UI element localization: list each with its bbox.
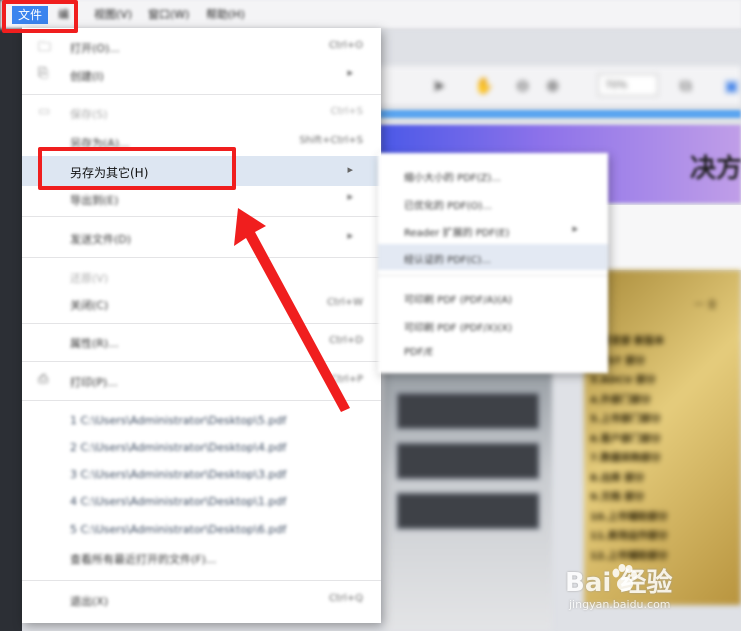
menu-item-revert[interactable]: 还原(V) [22, 264, 381, 290]
gold-line: 11.卖场运作部分 [590, 531, 668, 542]
menu-item-open[interactable]: 🗀 打开(O)... Ctrl+O [22, 34, 381, 60]
recent-file-1[interactable]: 4 C:\Users\Administrator\Desktop\1.pdf [22, 489, 381, 515]
file-menu-dropdown: 🗀 打开(O)... Ctrl+O ⎘ 创建(I) ▸ ▭ 保存(S) Ctrl… [22, 28, 381, 623]
printer-icon: ⎙ [38, 372, 49, 387]
baidu-paw-icon [612, 564, 637, 591]
menu-item-view-all-recent[interactable]: 查看所有最近打开的文件(F)... [22, 545, 381, 571]
gold-line: 8.出库 部分 [590, 472, 645, 484]
save-icon: ▭ [38, 104, 51, 119]
folder-open-icon: 🗀 [38, 40, 52, 55]
menu-item-create[interactable]: ⎘ 创建(I) ▸ [22, 62, 381, 88]
toolbar: ➤ ✋ ⊖ ⊕ ⧉ ▣ [370, 66, 741, 107]
left-dark-strip [0, 0, 22, 631]
submenu-arrow-icon: ▸ [347, 229, 353, 242]
zoom-out-icon[interactable]: ⊖ [516, 76, 529, 95]
gold-line: 7.数据采购部分 [590, 453, 661, 464]
gold-heading: 一 全 [694, 300, 718, 311]
document-tab-strip [380, 110, 741, 118]
submenu-item-reduced-size-pdf[interactable]: 缩小大小的 PDF(Z)... [378, 162, 608, 188]
submenu-item-pdf-a[interactable]: 可印刷 PDF (PDF/A)(A) [378, 284, 608, 310]
submenu-arrow-icon: ▸ [347, 66, 353, 79]
menu-item-print[interactable]: ⎙ 打印(P)... Ctrl+P [22, 368, 381, 394]
gold-line: 9.文档 部分 [590, 492, 645, 503]
menu-item-exit[interactable]: 退出(X) Ctrl+Q [22, 587, 381, 613]
recent-file-4[interactable]: 2 C:\Users\Administrator\Desktop\4.pdf [22, 435, 381, 461]
menu-item-send-file[interactable]: 发送文件(D) ▸ [22, 225, 381, 251]
cursor-icon[interactable]: ➤ [432, 76, 445, 95]
annotation-box-save-as-other [38, 147, 236, 190]
banner-title: 决方法 [690, 154, 741, 184]
submenu-arrow-icon: ▸ [347, 190, 353, 203]
gold-line: 6.客户部门部分 [590, 433, 661, 445]
gold-line: 10.上市辅助部分 [590, 511, 668, 523]
recent-file-3[interactable]: 3 C:\Users\Administrator\Desktop\3.pdf [22, 462, 381, 488]
gold-line: 12.上市辅助部分 [590, 550, 668, 562]
submenu-arrow-icon: ▸ [347, 163, 353, 176]
gold-line: 4.外部门部分 [590, 394, 651, 406]
create-pdf-icon: ⎘ [38, 66, 49, 81]
page-icon[interactable]: ▣ [724, 76, 739, 95]
menu-view[interactable]: 视图(V) [94, 6, 132, 22]
gold-line: 5.上市部门部分 [590, 414, 661, 425]
menu-window[interactable]: 窗口(W) [148, 6, 189, 22]
gold-line: 3.ADCU 部分 [590, 375, 656, 386]
recent-file-5[interactable]: 1 C:\Users\Administrator\Desktop\5.pdf [22, 408, 381, 434]
save-as-other-submenu: 缩小大小的 PDF(Z)... 已优化的 PDF(O)... Reader 扩展… [378, 153, 608, 373]
submenu-item-optimized-pdf[interactable]: 已优化的 PDF(O)... [378, 190, 608, 216]
submenu-item-pdf-e[interactable]: PDF/E [378, 340, 608, 366]
zoom-in-icon[interactable]: ⊕ [546, 76, 559, 95]
menu-help[interactable]: 帮助(H) [206, 6, 245, 22]
fit-page-icon[interactable]: ⧉ [680, 76, 691, 96]
document-photo [384, 372, 552, 631]
zoom-select[interactable]: 70% [598, 74, 658, 96]
submenu-item-pdf-x[interactable]: 可印刷 PDF (PDF/X)(X) [378, 312, 608, 338]
menu-item-close[interactable]: 关闭(C) Ctrl+W [22, 291, 381, 317]
baidu-watermark: Bai 经验 jingyan.baidu.com [565, 562, 741, 631]
menu-item-save[interactable]: ▭ 保存(S) Ctrl+S [22, 100, 381, 126]
menu-bar: 编 视图(V) 窗口(W) 帮助(H) [0, 0, 741, 29]
menu-item-properties[interactable]: 属性(R)... Ctrl+D [22, 329, 381, 355]
submenu-item-reader-extended-pdf[interactable]: Reader 扩展的 PDF(E) ▸ [378, 217, 608, 243]
hand-tool-icon[interactable]: ✋ [474, 76, 494, 95]
watermark-url: jingyan.baidu.com [569, 598, 671, 611]
submenu-arrow-icon: ▸ [572, 222, 578, 235]
recent-file-6[interactable]: 5 C:\Users\Administrator\Desktop\6.pdf [22, 517, 381, 543]
annotation-box-file-menu [2, 0, 78, 33]
submenu-item-certified-pdf[interactable]: 经认证的 PDF(C)... [378, 244, 608, 270]
